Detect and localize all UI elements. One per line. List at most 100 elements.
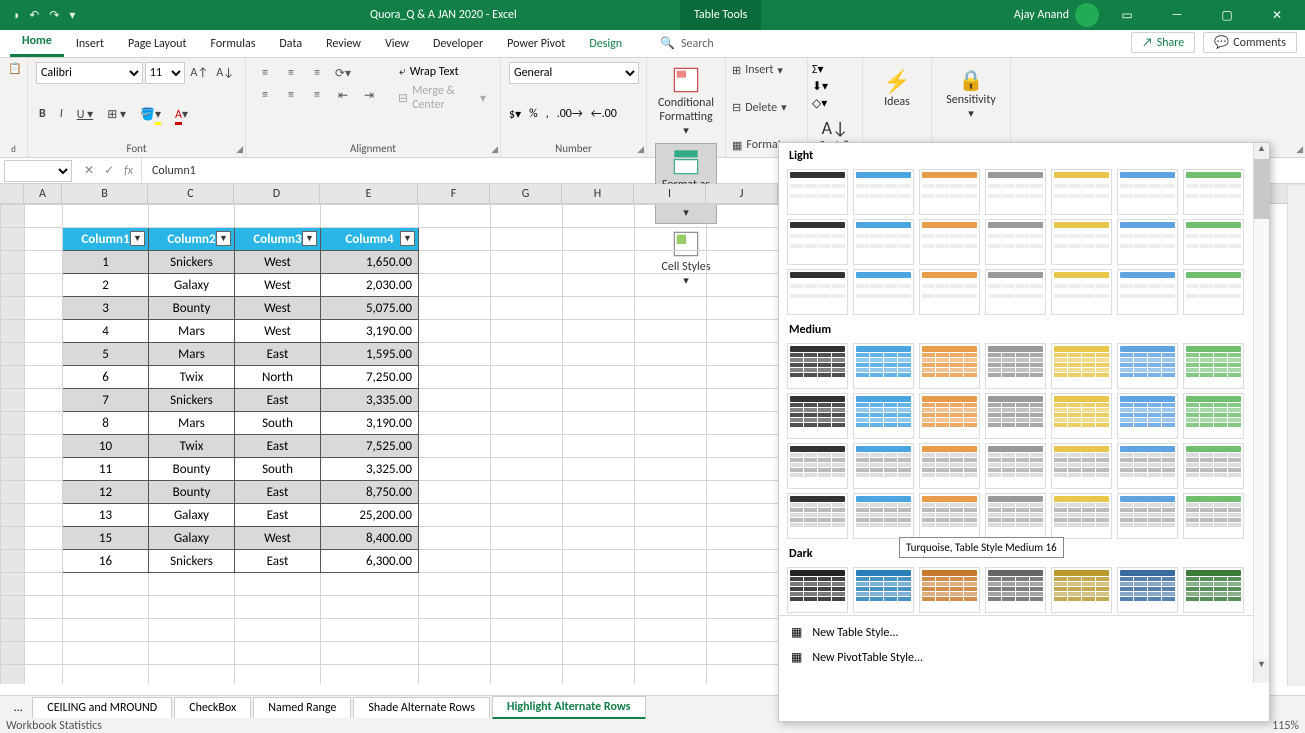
table-cell[interactable]: 11 bbox=[63, 458, 149, 481]
share-button[interactable]: ↗ Share bbox=[1131, 32, 1195, 53]
table-cell[interactable]: Bounty bbox=[149, 297, 235, 320]
table-style-thumb[interactable] bbox=[787, 443, 848, 489]
table-style-thumb[interactable] bbox=[1117, 393, 1178, 439]
align-left-icon[interactable]: ≡ bbox=[254, 84, 276, 106]
table-cell[interactable]: Mars bbox=[149, 412, 235, 435]
table-header[interactable]: Column1▼ bbox=[63, 228, 149, 251]
wrap-text-button[interactable]: ⤶Wrap Text bbox=[392, 62, 492, 82]
undo-icon[interactable]: ↶ bbox=[29, 8, 39, 23]
fx-icon[interactable]: fx bbox=[124, 164, 133, 178]
table-style-thumb[interactable] bbox=[1117, 493, 1178, 539]
clear-icon[interactable]: ◇▾ bbox=[812, 96, 828, 111]
table-style-thumb[interactable] bbox=[919, 443, 980, 489]
sheet-tab-2[interactable]: Named Range bbox=[253, 697, 351, 718]
ribbon-display-icon[interactable]: ▭ bbox=[1105, 0, 1149, 30]
table-style-thumb[interactable] bbox=[1051, 169, 1112, 215]
align-right-icon[interactable]: ≡ bbox=[306, 84, 328, 106]
table-style-thumb[interactable] bbox=[787, 567, 848, 613]
align-center-icon[interactable]: ≡ bbox=[280, 84, 302, 106]
table-cell[interactable]: West bbox=[235, 297, 321, 320]
table-style-thumb[interactable] bbox=[919, 493, 980, 539]
table-style-thumb[interactable] bbox=[787, 343, 848, 389]
table-cell[interactable]: Twix bbox=[149, 435, 235, 458]
delete-cells-button[interactable]: ⊟ Delete ▾ bbox=[730, 100, 803, 116]
tab-home[interactable]: Home bbox=[10, 28, 64, 57]
insert-cells-button[interactable]: ⊞ Insert ▾ bbox=[730, 62, 803, 78]
comma-icon[interactable]: , bbox=[546, 107, 549, 121]
tab-view[interactable]: View bbox=[373, 31, 421, 57]
table-cell[interactable]: East bbox=[235, 389, 321, 412]
table-cell[interactable]: 6,300.00 bbox=[321, 550, 419, 573]
table-style-thumb[interactable] bbox=[1183, 219, 1244, 265]
table-cell[interactable]: Snickers bbox=[149, 389, 235, 412]
fill-icon[interactable]: ⬇▾ bbox=[812, 79, 828, 94]
cancel-fx-icon[interactable]: ✕ bbox=[84, 163, 94, 178]
table-style-thumb[interactable] bbox=[853, 219, 914, 265]
table-cell[interactable]: South bbox=[235, 412, 321, 435]
underline-button[interactable]: U ▾ bbox=[74, 105, 96, 124]
table-cell[interactable]: 10 bbox=[63, 435, 149, 458]
zoom-level[interactable]: 115% bbox=[1272, 719, 1299, 733]
decrease-decimal-icon[interactable]: ←.00 bbox=[591, 107, 617, 121]
tab-power-pivot[interactable]: Power Pivot bbox=[495, 31, 577, 57]
table-style-thumb[interactable] bbox=[787, 269, 848, 315]
table-style-thumb[interactable] bbox=[1183, 343, 1244, 389]
table-cell[interactable]: Galaxy bbox=[149, 274, 235, 297]
table-style-thumb[interactable] bbox=[1183, 443, 1244, 489]
table-style-thumb[interactable] bbox=[1183, 493, 1244, 539]
table-cell[interactable]: 3,190.00 bbox=[321, 412, 419, 435]
table-style-thumb[interactable] bbox=[787, 219, 848, 265]
accounting-icon[interactable]: $▾ bbox=[509, 107, 521, 122]
table-style-thumb[interactable] bbox=[787, 393, 848, 439]
table-cell[interactable]: Galaxy bbox=[149, 504, 235, 527]
table-style-thumb[interactable] bbox=[853, 169, 914, 215]
table-style-thumb[interactable] bbox=[1117, 343, 1178, 389]
table-style-thumb[interactable] bbox=[985, 219, 1046, 265]
table-cell[interactable]: West bbox=[235, 527, 321, 550]
autosum-icon[interactable]: Σ▾ bbox=[812, 62, 828, 77]
table-cell[interactable]: 6 bbox=[63, 366, 149, 389]
ideas-button[interactable]: ⚡ Ideas bbox=[873, 64, 921, 113]
tab-formulas[interactable]: Formulas bbox=[198, 31, 267, 57]
redo-icon[interactable]: ↷ bbox=[49, 8, 59, 23]
table-cell[interactable]: 3,335.00 bbox=[321, 389, 419, 412]
table-cell[interactable]: 7 bbox=[63, 389, 149, 412]
table-style-thumb[interactable] bbox=[919, 567, 980, 613]
status-left[interactable]: Workbook Statistics bbox=[6, 719, 102, 733]
new-pivot-style-button[interactable]: ▦New PivotTable Style... bbox=[779, 645, 1269, 670]
table-style-thumb[interactable] bbox=[1183, 169, 1244, 215]
decrease-font-icon[interactable]: A↓ bbox=[213, 64, 237, 82]
decrease-indent-icon[interactable]: ⇤ bbox=[332, 84, 354, 106]
table-header[interactable]: Column2▼ bbox=[149, 228, 235, 251]
comments-button[interactable]: 💬 Comments bbox=[1203, 32, 1297, 53]
table-cell[interactable]: 12 bbox=[63, 481, 149, 504]
tab-data[interactable]: Data bbox=[267, 31, 314, 57]
enter-fx-icon[interactable]: ✓ bbox=[104, 163, 114, 178]
align-middle-icon[interactable]: ≡ bbox=[280, 62, 302, 84]
sheet-tab-0[interactable]: CEILING and MROUND bbox=[32, 697, 172, 718]
table-cell[interactable]: North bbox=[235, 366, 321, 389]
table-style-thumb[interactable] bbox=[985, 443, 1046, 489]
table-cell[interactable]: East bbox=[235, 343, 321, 366]
table-cell[interactable]: 15 bbox=[63, 527, 149, 550]
table-cell[interactable]: 3,325.00 bbox=[321, 458, 419, 481]
tell-me-search[interactable]: 🔍 Search bbox=[654, 30, 720, 57]
table-cell[interactable]: 1,650.00 bbox=[321, 251, 419, 274]
sheet-tab-1[interactable]: CheckBox bbox=[174, 697, 251, 718]
gallery-scrollbar[interactable]: ▲▼ bbox=[1253, 143, 1269, 683]
bold-button[interactable]: B bbox=[36, 105, 49, 123]
tab-page-layout[interactable]: Page Layout bbox=[116, 31, 198, 57]
fill-color-button[interactable]: 🪣▾ bbox=[137, 105, 164, 124]
table-cell[interactable]: West bbox=[235, 320, 321, 343]
font-size-select[interactable]: 11 bbox=[145, 62, 186, 84]
number-format-select[interactable]: General bbox=[509, 62, 639, 84]
table-cell[interactable]: West bbox=[235, 251, 321, 274]
tab-insert[interactable]: Insert bbox=[64, 31, 116, 57]
vertical-scrollbar[interactable] bbox=[1287, 186, 1305, 686]
sheet-tab-3[interactable]: Shade Alternate Rows bbox=[353, 697, 490, 718]
table-header[interactable]: Column3▼ bbox=[235, 228, 321, 251]
table-style-thumb[interactable] bbox=[787, 493, 848, 539]
conditional-formatting-button[interactable]: Conditional Formatting ▾ bbox=[655, 62, 717, 141]
border-button[interactable]: ⊞ ▾ bbox=[104, 105, 129, 124]
table-style-thumb[interactable] bbox=[1117, 567, 1178, 613]
